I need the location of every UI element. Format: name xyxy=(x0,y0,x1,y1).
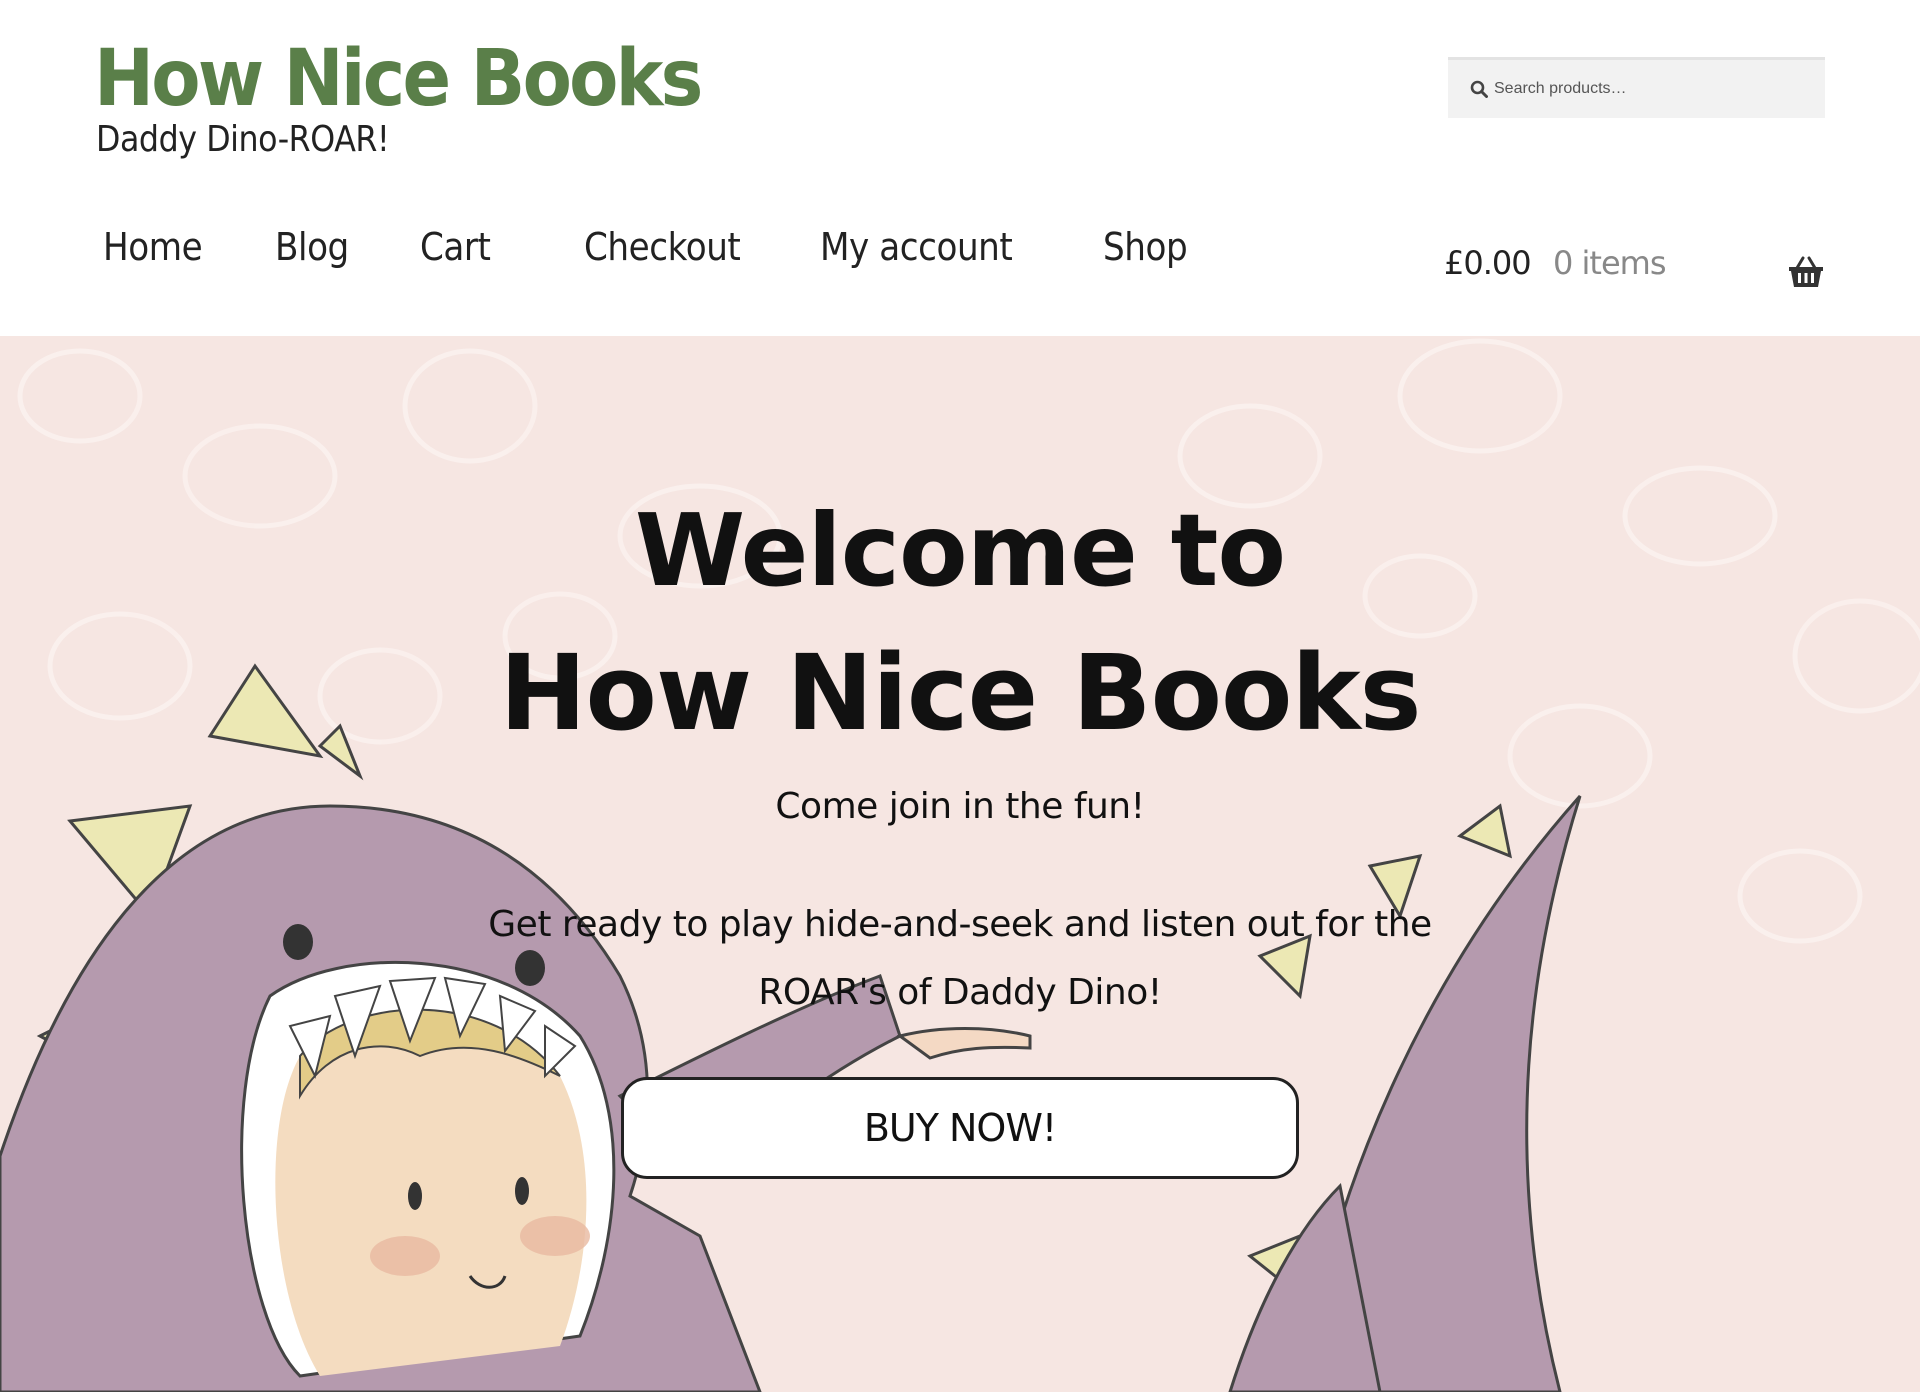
nav-item-blog[interactable]: Blog xyxy=(275,225,349,271)
buy-now-button[interactable]: BUY NOW! xyxy=(621,1077,1299,1179)
cart-total[interactable]: £0.00 xyxy=(1444,244,1532,282)
hero-subtitle: Come join in the fun! xyxy=(775,786,1145,827)
nav-item-shop[interactable]: Shop xyxy=(1103,225,1188,271)
nav-item-checkout[interactable]: Checkout xyxy=(584,225,741,271)
hero-heading-line2: How Nice Books xyxy=(499,632,1421,754)
basket-icon[interactable] xyxy=(1788,256,1824,288)
site-tagline: Daddy Dino-ROAR! xyxy=(96,119,390,160)
search-box[interactable] xyxy=(1448,57,1825,118)
site-header: How Nice Books Daddy Dino-ROAR! Home Blo… xyxy=(0,0,1920,336)
nav-item-my-account[interactable]: My account xyxy=(820,225,1013,271)
nav-item-home[interactable]: Home xyxy=(103,225,203,271)
search-input[interactable] xyxy=(1494,60,1814,118)
site-title[interactable]: How Nice Books xyxy=(94,40,703,118)
nav-item-cart[interactable]: Cart xyxy=(420,225,491,271)
hero-text: Get ready to play hide-and-seek and list… xyxy=(488,904,1432,1013)
hero-heading-line1: Welcome to xyxy=(634,492,1286,609)
cart-count[interactable]: 0 items xyxy=(1553,244,1666,282)
hero-banner: Welcome to How Nice Books Come join in t… xyxy=(0,336,1920,1392)
search-icon xyxy=(1470,80,1488,98)
primary-nav: Home Blog Cart Checkout My account Shop xyxy=(0,225,1200,295)
